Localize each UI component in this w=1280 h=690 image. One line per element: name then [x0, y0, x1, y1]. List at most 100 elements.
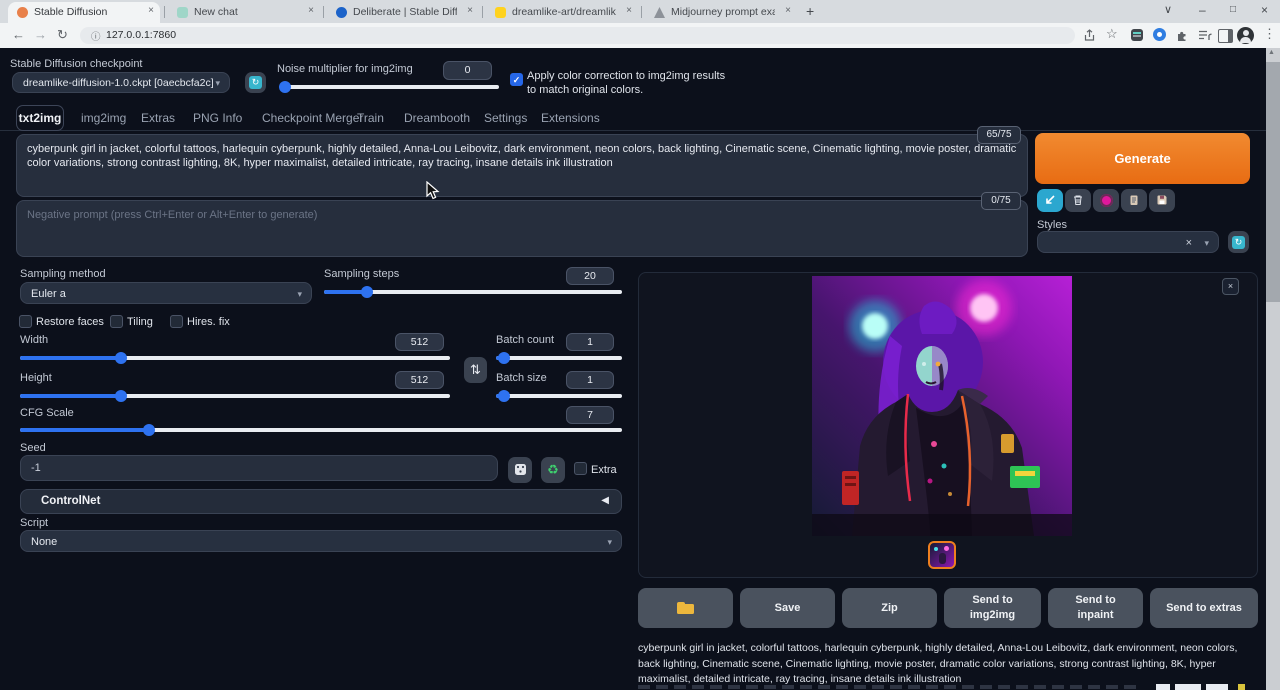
tab-checkpoint-merger[interactable]: Checkpoint Merger — [262, 111, 363, 125]
noise-multiplier-slider[interactable] — [281, 85, 499, 89]
height-slider[interactable] — [20, 394, 450, 398]
tab-img2img[interactable]: img2img — [81, 111, 126, 125]
browser-tab-deliberate[interactable]: Deliberate | Stable Diffusion Che × — [327, 2, 479, 23]
zip-button[interactable]: Zip — [842, 588, 937, 628]
slider-handle[interactable] — [361, 286, 373, 298]
share-icon[interactable] — [1083, 29, 1096, 42]
tab-close-icon[interactable]: × — [148, 5, 154, 16]
extra-networks-button[interactable] — [1093, 189, 1119, 212]
styles-dropdown[interactable]: × ▾ — [1037, 231, 1219, 253]
window-close-button[interactable]: × — [1261, 3, 1268, 17]
slider-handle[interactable] — [498, 352, 510, 364]
tab-extras[interactable]: Extras — [141, 111, 175, 125]
puzzle-extensions-icon[interactable] — [1176, 29, 1189, 42]
reload-icon[interactable]: ↻ — [57, 28, 68, 42]
script-dropdown[interactable]: None ▾ — [20, 530, 622, 552]
batch-size-slider[interactable] — [496, 394, 622, 398]
browser-tab-dreamlike[interactable]: dreamlike-art/dreamlike-diffusio × — [486, 2, 638, 23]
save-style-button[interactable] — [1149, 189, 1175, 212]
tab-close-icon[interactable]: × — [626, 5, 632, 16]
sampling-steps-value[interactable]: 20 — [566, 267, 614, 285]
tab-extensions[interactable]: Extensions — [541, 111, 600, 125]
gallery-thumbnail-selected[interactable] — [928, 541, 956, 569]
clear-prompt-trash-button[interactable] — [1065, 189, 1091, 212]
restore-faces-checkbox[interactable] — [19, 315, 32, 328]
site-info-icon[interactable]: ⓘ — [91, 29, 101, 43]
sampling-steps-slider[interactable] — [324, 290, 622, 294]
slider-handle[interactable] — [143, 424, 155, 436]
seed-input[interactable]: -1 — [20, 455, 498, 481]
tab-divider — [323, 6, 324, 18]
width-slider[interactable] — [20, 356, 450, 360]
swap-width-height-button[interactable]: ⇅ — [464, 357, 487, 383]
controlnet-accordion[interactable]: ControlNet ◀ — [20, 489, 622, 514]
forward-icon[interactable]: → — [34, 28, 47, 42]
send-to-img2img-button[interactable]: Send to img2img — [963, 593, 1023, 623]
tab-close-icon[interactable]: × — [467, 5, 473, 16]
sampling-method-dropdown[interactable]: Euler a ▾ — [20, 282, 312, 304]
browser-menu-kebab-icon[interactable]: ⋮ — [1263, 27, 1276, 41]
clear-styles-icon[interactable]: × — [1186, 233, 1192, 253]
batch-count-value[interactable]: 1 — [566, 333, 614, 351]
tab-close-icon[interactable]: × — [308, 5, 314, 16]
width-value[interactable]: 512 — [395, 333, 444, 351]
hires-fix-checkbox[interactable] — [170, 315, 183, 328]
extension-blue-icon[interactable] — [1153, 28, 1166, 41]
send-to-extras-button[interactable]: Send to extras — [1150, 588, 1258, 628]
color-correction-checkbox[interactable]: ✓ — [510, 73, 523, 86]
cfg-scale-slider[interactable] — [20, 428, 622, 432]
side-panel-icon[interactable] — [1218, 29, 1233, 43]
tab-train[interactable]: Train — [357, 111, 384, 125]
scrollbar-thumb[interactable] — [1266, 62, 1280, 302]
close-gallery-icon[interactable]: × — [1222, 278, 1239, 295]
tab-settings[interactable]: Settings — [484, 111, 527, 125]
back-icon[interactable]: ← — [12, 28, 25, 42]
generate-button[interactable]: Generate — [1035, 133, 1250, 184]
extension-grid-icon[interactable] — [1131, 29, 1143, 41]
extra-seed-checkbox[interactable] — [574, 462, 587, 475]
window-minimize-button[interactable]: – — [1199, 3, 1206, 17]
paste-generation-params-button[interactable] — [1037, 189, 1063, 212]
open-folder-button[interactable] — [638, 588, 733, 628]
save-button[interactable]: Save — [740, 588, 835, 628]
tiling-checkbox[interactable] — [110, 315, 123, 328]
window-maximize-button[interactable]: □ — [1230, 4, 1236, 15]
slider-handle[interactable] — [115, 390, 127, 402]
browser-tab-stable-diffusion[interactable]: Stable Diffusion × — [8, 2, 160, 23]
generated-image[interactable] — [812, 276, 1072, 536]
noise-multiplier-value[interactable]: 0 — [443, 61, 492, 80]
browser-tab-new-chat[interactable]: New chat × — [168, 2, 320, 23]
send-to-inpaint-button[interactable]: Send to inpaint — [1068, 593, 1123, 623]
height-value[interactable]: 512 — [395, 371, 444, 389]
refresh-styles-button[interactable]: ↻ — [1228, 231, 1249, 253]
batch-count-slider[interactable] — [496, 356, 622, 360]
apply-styles-button[interactable] — [1121, 189, 1147, 212]
reuse-seed-recycle-button[interactable]: ♻ — [541, 457, 565, 483]
controlnet-label: ControlNet — [41, 495, 100, 507]
tab-dreambooth[interactable]: Dreambooth — [404, 111, 470, 125]
address-bar[interactable] — [80, 27, 1075, 44]
checkpoint-dropdown[interactable]: dreamlike-diffusion-1.0.ckpt [0aecbcfa2c… — [12, 72, 230, 93]
window-chevron-icon[interactable]: ∨ — [1164, 3, 1172, 16]
negative-prompt-textarea[interactable]: Negative prompt (press Ctrl+Enter or Alt… — [16, 200, 1028, 257]
sampling-steps-label: Sampling steps — [324, 268, 399, 280]
slider-handle[interactable] — [115, 352, 127, 364]
prompt-textarea[interactable]: cyberpunk girl in jacket, colorful tatto… — [16, 134, 1028, 197]
prompt-text: cyberpunk girl in jacket, colorful tatto… — [17, 135, 1027, 178]
color-correction-label: Apply color correction to img2img result… — [527, 69, 732, 97]
slider-handle[interactable] — [498, 390, 510, 402]
new-tab-button[interactable]: + — [806, 3, 814, 19]
bookmark-star-icon[interactable]: ☆ — [1106, 27, 1118, 41]
tab-png-info[interactable]: PNG Info — [193, 111, 242, 125]
batch-size-value[interactable]: 1 — [566, 371, 614, 389]
random-seed-dice-button[interactable] — [508, 457, 532, 483]
cfg-scale-value[interactable]: 7 — [566, 406, 614, 424]
tab-close-icon[interactable]: × — [785, 5, 791, 16]
scroll-up-icon[interactable]: ▲ — [1268, 49, 1275, 56]
tab-txt2img[interactable]: txt2img — [16, 105, 64, 131]
profile-avatar[interactable] — [1237, 27, 1254, 44]
reading-list-icon[interactable] — [1198, 30, 1212, 41]
browser-tab-midjourney[interactable]: Midjourney prompt examples : L × — [645, 2, 797, 23]
refresh-checkpoints-button[interactable]: ↻ — [245, 72, 266, 93]
slider-handle[interactable] — [279, 81, 291, 93]
